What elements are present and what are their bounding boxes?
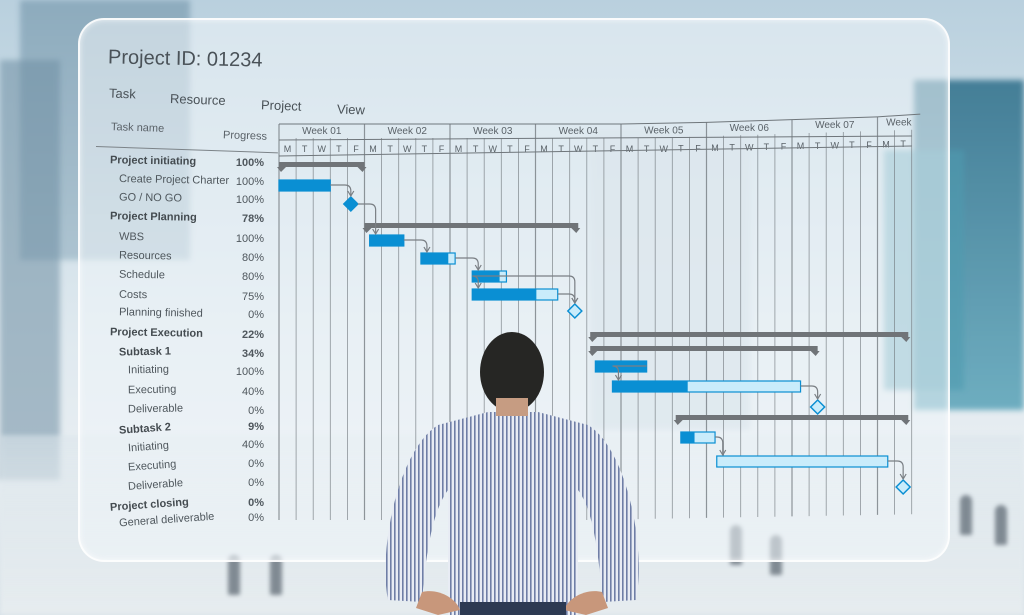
task-bar-progress: [680, 432, 695, 443]
summary-bar: [675, 415, 909, 420]
summary-bar: [279, 162, 365, 167]
milestone-diamond: [342, 195, 359, 213]
dependency-arrow: [715, 436, 724, 454]
day-label: T: [593, 144, 599, 154]
milestone-diamond: [895, 478, 912, 496]
day-label: M: [882, 139, 890, 149]
task-bar-progress: [279, 180, 331, 191]
summary-bar-cap: [673, 420, 683, 425]
day-label: T: [387, 144, 393, 154]
week-header-border: [706, 119, 793, 123]
day-label: T: [815, 141, 821, 151]
task-bar: [716, 455, 889, 468]
day-label: T: [849, 140, 855, 150]
summary-bar-cap: [277, 167, 286, 172]
day-label: W: [831, 141, 840, 151]
day-label: W: [574, 144, 583, 154]
task-bar-progress: [369, 235, 404, 246]
day-label: F: [610, 144, 616, 154]
day-label: T: [764, 142, 770, 152]
day-label: T: [302, 144, 308, 154]
day-label: M: [626, 144, 634, 154]
man-figure: [385, 332, 639, 615]
summary-bar-cap: [571, 228, 581, 233]
task-bar-progress: [420, 253, 449, 264]
day-label: W: [660, 144, 669, 154]
day-label: F: [695, 143, 701, 153]
task-bar-progress: [472, 289, 537, 300]
day-label: M: [455, 144, 463, 154]
day-label: M: [711, 143, 719, 153]
week-label: Week: [886, 117, 912, 128]
milestone-diamond: [809, 398, 826, 416]
day-label: F: [781, 142, 787, 152]
week-label: Week 03: [473, 126, 513, 137]
dependency-arrow: [403, 239, 428, 251]
summary-bar: [364, 223, 579, 228]
day-label: M: [540, 144, 548, 154]
jeans: [460, 602, 566, 615]
day-label: T: [422, 144, 428, 154]
day-label: F: [353, 144, 359, 154]
neck: [496, 398, 528, 416]
day-label: T: [678, 144, 684, 154]
week-label: Week 01: [302, 126, 342, 137]
day-label: W: [403, 144, 412, 154]
day-label: F: [866, 140, 872, 150]
summary-bar-cap: [357, 167, 367, 172]
day-label: T: [644, 144, 650, 154]
day-label: T: [900, 139, 906, 149]
summary-bar-cap: [362, 228, 372, 233]
week-label: Week 02: [388, 126, 428, 137]
week-label: Week 04: [559, 126, 599, 137]
day-label: M: [797, 141, 805, 151]
day-label: T: [558, 144, 564, 154]
week-header-border: [791, 116, 878, 121]
striped-shirt: [385, 412, 639, 615]
week-label: Week 06: [730, 123, 770, 134]
dependency-arrow: [455, 257, 479, 269]
summary-bar-cap: [901, 337, 911, 342]
week-label: Week 07: [815, 120, 855, 131]
day-label: M: [369, 144, 377, 154]
day-label: W: [745, 142, 754, 152]
summary-bar-cap: [901, 420, 911, 425]
week-label: Week 05: [644, 126, 684, 137]
day-label: T: [336, 144, 342, 154]
week-header-border: [877, 113, 921, 118]
week-header-border: [620, 121, 707, 125]
day-label: M: [284, 144, 292, 154]
day-label: W: [318, 144, 327, 154]
summary-bar-cap: [810, 351, 820, 356]
day-label: F: [439, 144, 445, 154]
day-label: T: [729, 143, 735, 153]
